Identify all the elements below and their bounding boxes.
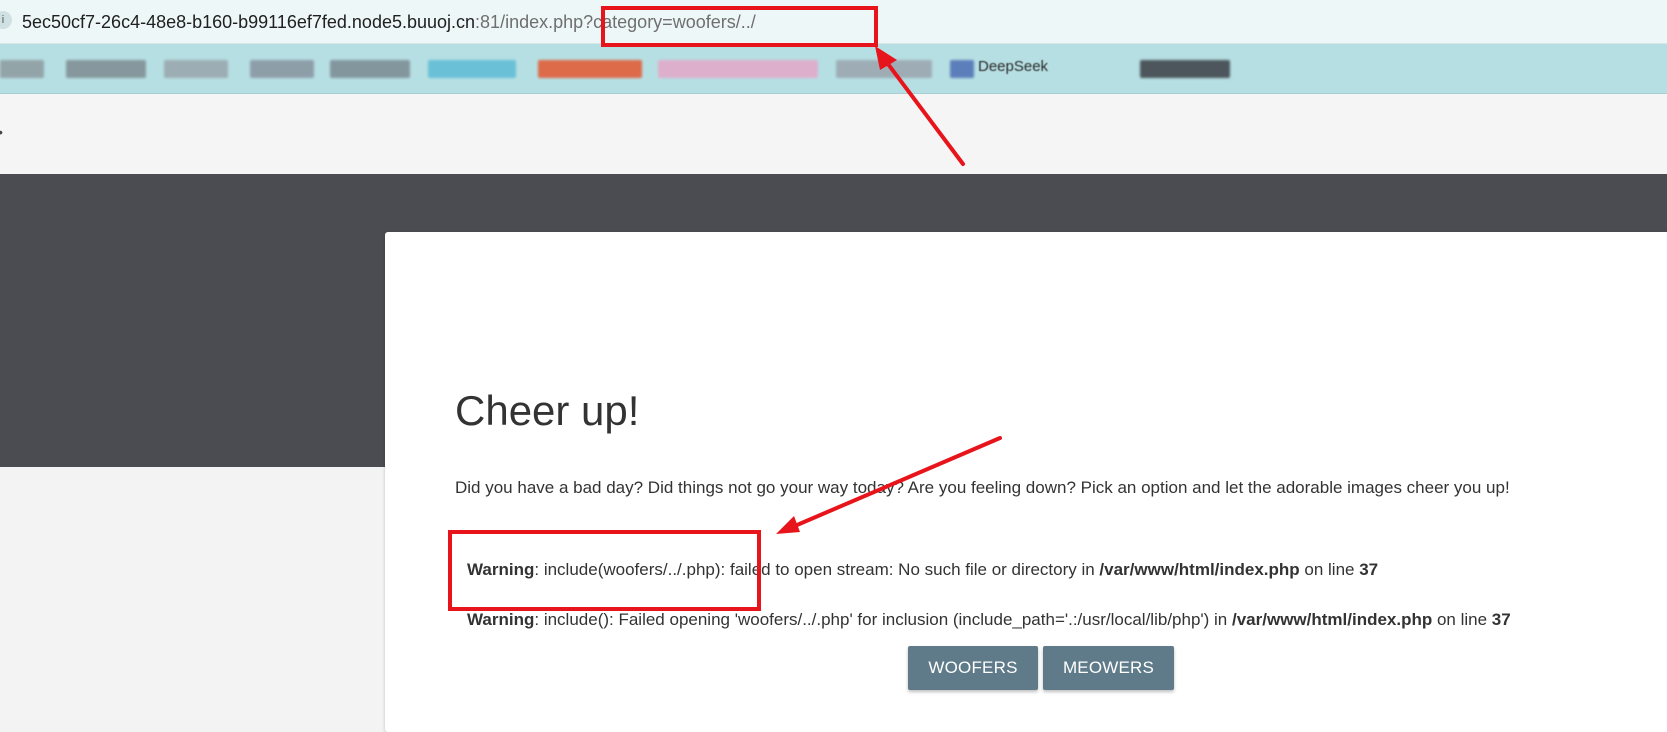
- php-warning-2: Warning: include(): Failed opening 'woof…: [467, 610, 1511, 630]
- annotation-box-warning: [448, 530, 761, 611]
- warning-on-line: on line: [1432, 610, 1492, 629]
- annotation-box-url-query: [601, 6, 878, 47]
- bookmarks-bar: DeepSeek: [0, 44, 1667, 94]
- warning-label: Warning: [467, 610, 535, 629]
- warning-on-line: on line: [1299, 560, 1360, 579]
- woofers-button[interactable]: WOOFERS: [908, 646, 1038, 690]
- bookmark-item[interactable]: [538, 60, 642, 78]
- site-navbar: •: [0, 94, 1667, 174]
- page-title: Cheer up!: [455, 387, 640, 434]
- warning-line-number: 37: [1491, 610, 1511, 629]
- nav-bullet-icon: •: [0, 124, 3, 140]
- warning-message: : include(): Failed opening 'woofers/../…: [534, 610, 1232, 629]
- meowers-button[interactable]: MEOWERS: [1043, 646, 1174, 690]
- site-info-icon[interactable]: i: [0, 11, 12, 29]
- bookmark-deepseek[interactable]: DeepSeek: [978, 58, 1048, 75]
- url-host: 5ec50cf7-26c4-48e8-b160-b99116ef7fed.nod…: [22, 12, 476, 32]
- content-card: Cheer up! Did you have a bad day? Did th…: [385, 232, 1667, 732]
- warning-file: /var/www/html/index.php: [1232, 610, 1433, 629]
- bookmark-item[interactable]: [330, 60, 410, 78]
- bookmark-item[interactable]: [1140, 60, 1230, 78]
- warning-file: /var/www/html/index.php: [1099, 560, 1300, 579]
- bookmark-item[interactable]: [250, 60, 314, 78]
- bookmark-item[interactable]: [164, 60, 228, 78]
- bookmark-item[interactable]: [66, 60, 146, 78]
- bookmark-item[interactable]: [0, 60, 44, 78]
- bookmark-item[interactable]: [428, 60, 516, 78]
- bookmark-item[interactable]: [950, 60, 974, 78]
- bookmark-item[interactable]: [658, 60, 818, 78]
- bookmark-item[interactable]: [836, 60, 932, 78]
- intro-text: Did you have a bad day? Did things not g…: [455, 478, 1510, 497]
- warning-line-number: 37: [1359, 560, 1379, 579]
